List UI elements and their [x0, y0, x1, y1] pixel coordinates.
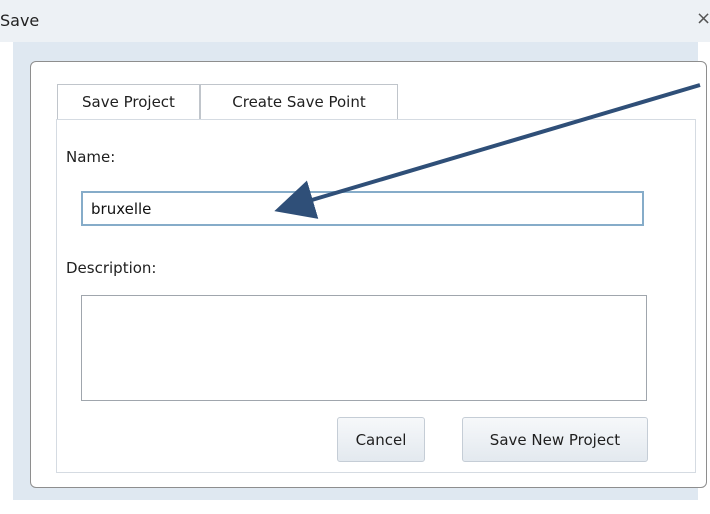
close-icon[interactable]: ×	[696, 8, 710, 30]
description-field[interactable]	[81, 295, 647, 401]
name-field[interactable]	[81, 191, 644, 226]
description-label: Description:	[66, 259, 157, 277]
dialog-title: Save	[0, 11, 40, 30]
save-dialog: Save × Save Project Create Save Point Na…	[0, 0, 710, 514]
content-frame: Save Project Create Save Point Name: Des…	[30, 61, 707, 488]
dialog-titlebar: Save ×	[0, 0, 710, 42]
dialog-body: Save Project Create Save Point Name: Des…	[13, 42, 707, 500]
tab-save-project[interactable]: Save Project	[57, 84, 200, 119]
tab-create-save-point[interactable]: Create Save Point	[200, 84, 398, 119]
name-label: Name:	[66, 148, 116, 166]
save-new-project-button[interactable]: Save New Project	[462, 417, 648, 462]
cancel-button[interactable]: Cancel	[337, 417, 425, 462]
